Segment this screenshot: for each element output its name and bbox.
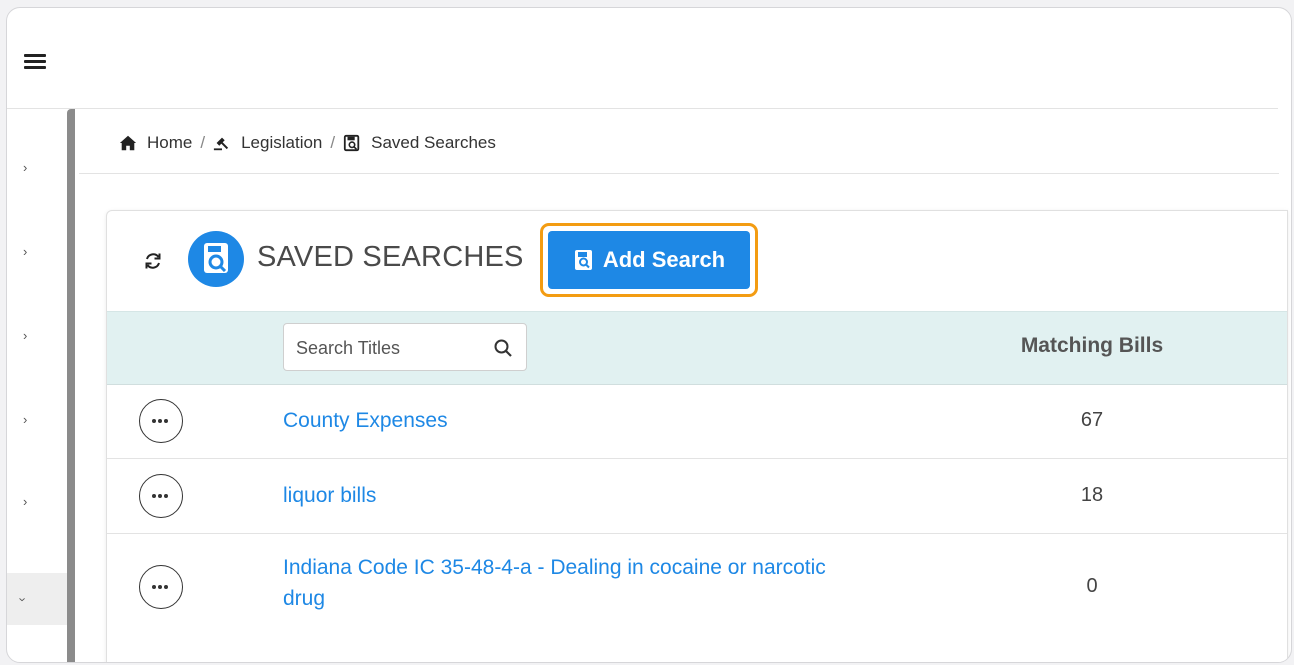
chevron-right-icon: › xyxy=(23,244,28,259)
ellipsis-icon[interactable] xyxy=(139,565,183,609)
breadcrumb: Home / Legislation / Saved Searches xyxy=(119,131,496,155)
saved-searches-logo-icon xyxy=(188,231,244,287)
table-row: Indiana Code IC 35-48-4-a - Dealing in c… xyxy=(107,534,1287,644)
top-bar xyxy=(7,8,1278,109)
left-nav-rail: › › › › › › xyxy=(7,109,69,662)
matching-bills-count: 18 xyxy=(1080,484,1104,506)
save-search-icon xyxy=(574,250,592,270)
ellipsis-icon[interactable] xyxy=(139,474,183,518)
breadcrumb-separator: / xyxy=(200,133,206,152)
add-search-button[interactable]: Add Search xyxy=(548,231,750,289)
matching-bills-count: 67 xyxy=(1080,409,1104,431)
saved-search-title-link[interactable]: liquor bills xyxy=(283,480,863,511)
nav-item-1[interactable]: › xyxy=(7,141,67,193)
table-header: Matching Bills xyxy=(107,311,1287,385)
search-titles-input[interactable] xyxy=(294,334,478,362)
breadcrumb-current: Saved Searches xyxy=(371,133,496,152)
chevron-right-icon: › xyxy=(23,328,28,343)
breadcrumb-legislation[interactable]: Legislation xyxy=(241,133,322,153)
add-search-label: Add Search xyxy=(602,247,726,272)
nav-item-2[interactable]: › xyxy=(7,225,67,277)
nav-item-6-active[interactable]: › xyxy=(7,573,67,625)
table-row: liquor bills 18 xyxy=(107,459,1287,534)
saved-search-title-link[interactable]: County Expenses xyxy=(283,405,863,436)
nav-item-4[interactable]: › xyxy=(7,393,67,445)
page-title: SAVED SEARCHES xyxy=(257,241,524,273)
matching-bills-header[interactable]: Matching Bills xyxy=(947,334,1237,358)
chevron-down-icon: › xyxy=(15,597,31,602)
nav-item-5[interactable]: › xyxy=(7,475,67,527)
browser-window: › › › › › › Home / Legislation / Saved S… xyxy=(6,7,1292,663)
chevron-right-icon: › xyxy=(23,412,28,427)
nav-item-3[interactable]: › xyxy=(7,309,67,361)
saved-searches-panel: SAVED SEARCHES Add Search Search Titles … xyxy=(106,210,1288,662)
chevron-right-icon: › xyxy=(23,494,28,509)
main-content: Home / Legislation / Saved Searches SAVE… xyxy=(79,109,1288,662)
breadcrumb-divider xyxy=(79,173,1279,174)
search-titles-box xyxy=(283,323,527,371)
breadcrumb-separator: / xyxy=(330,133,336,152)
gavel-icon xyxy=(213,137,229,151)
matching-bills-count: 0 xyxy=(1086,575,1098,597)
save-search-icon xyxy=(344,134,360,152)
sidebar-divider[interactable] xyxy=(67,109,75,662)
add-search-highlight: Add Search xyxy=(540,223,758,297)
search-icon[interactable] xyxy=(493,338,513,358)
saved-search-title-link[interactable]: Indiana Code IC 35-48-4-a - Dealing in c… xyxy=(283,552,843,614)
hamburger-icon[interactable] xyxy=(24,53,46,71)
home-icon xyxy=(119,135,137,151)
chevron-right-icon: › xyxy=(23,160,28,175)
ellipsis-icon[interactable] xyxy=(139,399,183,443)
breadcrumb-home[interactable]: Home xyxy=(147,133,192,153)
table-row: County Expenses 67 xyxy=(107,384,1287,459)
refresh-icon[interactable] xyxy=(143,251,163,271)
